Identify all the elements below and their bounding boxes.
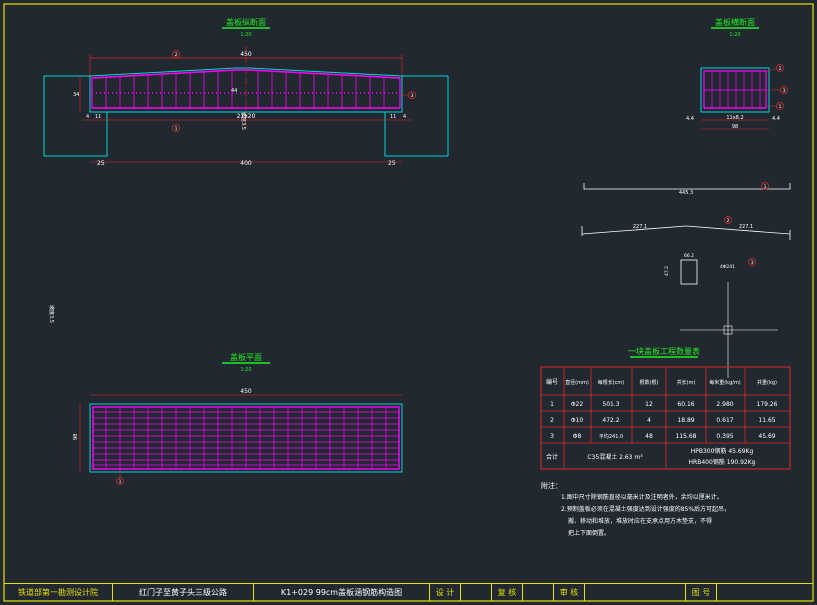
svg-text:472.2: 472.2 [602,417,619,424]
svg-text:Φ10: Φ10 [571,417,584,424]
small-4-left: 4 [86,114,89,120]
plan-view: 盖板平面 1:20 450 98 1 [73,352,403,485]
dim-right-edge: 25 [388,160,396,167]
transverse-title: 盖板横断面 [715,17,755,27]
total-hrb: HRB400钢筋 190.92Kg [689,458,756,466]
svg-text:501.3: 501.3 [602,401,619,408]
th-total-wt: 共重(kg) [757,379,777,386]
trans-side-right: 4.4 [772,116,780,122]
notes-title: 附注： [541,481,562,490]
stirrup-a: 66.2 [684,253,694,259]
title-approve: 审 核 [554,584,585,601]
quantity-table: 一块盖板工程数量表 编号 直径(mm) 每根长(cm) 根数(根) 共长(m) … [540,346,791,470]
svg-text:2.980: 2.980 [716,401,733,408]
notes: 附注： 1.图中尺寸除钢筋直径以毫米计及注明者外，余均以厘米计。 2.预制盖板必… [541,481,730,537]
bar1-len: 445.3 [679,190,693,196]
dim-long-bottom: 400 [240,160,252,167]
th-dia: 直径(mm) [565,379,589,386]
svg-text:Φ8: Φ8 [573,433,582,440]
th-unit-wt: 每米重(kg/m) [709,379,741,386]
note-line: 把上下面倒置。 [568,529,610,537]
plan-width: 450 [240,388,252,395]
trans-inner: 11x8.2 [726,115,743,121]
svg-text:3: 3 [411,93,414,99]
th-no: 编号 [546,378,558,386]
svg-text:1: 1 [779,104,782,110]
longitudinal-scale: 1:20 [240,32,251,38]
stirrup-note: 4Φ241 [720,264,735,270]
svg-text:1: 1 [550,401,554,408]
th-count: 根数(根) [640,379,659,386]
svg-text:18.89: 18.89 [677,417,694,424]
cad-drawing: 盖板纵断面 1:20 450 坡度3.5 坡度3.5 44 34 4 11 21… [3,3,814,602]
trans-width: 98 [732,124,738,130]
svg-text:2: 2 [175,52,178,58]
svg-text:Φ22: Φ22 [571,401,584,408]
th-len: 每根长(cm) [598,379,625,386]
title-design: 设 计 [430,584,461,601]
svg-text:1: 1 [119,479,122,485]
height-34: 34 [73,92,79,98]
total-concrete: C35混凝土 2.63 m³ [587,453,643,461]
note-line: 2.预制盖板必须在混凝土强度达到设计强度的85%后方可起吊， [561,505,730,513]
stirrup-b: 47.2 [664,266,670,276]
svg-text:12: 12 [645,401,653,408]
dim-left-edge: 25 [97,160,105,167]
svg-text:11.65: 11.65 [758,417,775,424]
svg-text:2: 2 [727,218,730,224]
svg-text:3: 3 [783,88,786,94]
table-row: 3 Φ8 平均241.0 48 115.68 0.395 45.69 [550,433,776,440]
table-row: 1 Φ22 501.3 12 60.16 2.980 179.26 [550,401,778,408]
total-hpb: HPB300钢筋 45.69Kg [691,447,754,455]
svg-text:115.68: 115.68 [676,433,697,440]
svg-text:1: 1 [764,184,767,190]
svg-text:60.16: 60.16 [677,401,694,408]
transverse-section: 盖板横断面 1:20 4.4 11x8.2 4.4 98 2 3 1 [686,17,788,130]
table-row: 2 Φ10 472.2 4 18.89 0.617 11.65 [550,417,776,424]
th-total-len: 共长(m) [677,379,696,386]
bar2-len-right: 227.1 [739,224,753,230]
note-line: 搬、移动和堆放，堆放时应在支承点用方木垫支，不得 [568,517,712,525]
svg-text:2: 2 [779,66,782,72]
height-44: 44 [231,88,237,94]
longitudinal-section: 盖板纵断面 1:20 450 坡度3.5 坡度3.5 44 34 4 11 21… [43,17,449,323]
longitudinal-title: 盖板纵断面 [226,17,266,27]
dim-long-spacing: 21x20 [237,113,256,120]
title-org: 铁道部第一勘测设计院 [4,584,113,601]
title-project: 红门子至黄子头三级公路 [113,584,254,601]
svg-text:平均241.0: 平均241.0 [599,433,623,440]
note-line: 1.图中尺寸除钢筋直径以毫米计及注明者外，余均以厘米计。 [561,493,723,501]
svg-text:0.617: 0.617 [716,417,733,424]
small-11-right: 11 [390,114,396,120]
bar2-len-left: 227.1 [633,224,647,230]
total-label: 合计 [546,453,558,461]
svg-text:0.395: 0.395 [716,433,733,440]
table-title: 一块盖板工程数量表 [628,346,700,356]
small-4-right: 4 [403,114,406,120]
svg-text:2: 2 [550,417,554,424]
svg-text:48: 48 [645,433,653,440]
trans-side-left: 4.4 [686,116,694,122]
svg-text:3: 3 [550,433,554,440]
title-drawing: K1+029 99cm盖板涵钢筋构造图 [254,584,430,601]
title-review: 复 核 [492,584,523,601]
transverse-scale: 1:20 [729,32,740,38]
small-11-left: 11 [95,114,101,120]
slope-note-top: 坡度3.5 [48,305,55,323]
svg-text:179.26: 179.26 [757,401,778,408]
plan-scale: 1:20 [240,367,251,373]
svg-text:3: 3 [751,260,754,266]
svg-text:45.69: 45.69 [758,433,775,440]
svg-text:4: 4 [647,417,651,424]
plan-height: 98 [73,434,79,440]
title-block: 铁道部第一勘测设计院 红门子至黄子头三级公路 K1+029 99cm盖板涵钢筋构… [4,583,813,601]
title-sheet: 图 号 [686,584,717,601]
svg-text:1: 1 [175,126,178,132]
plan-title: 盖板平面 [230,352,262,362]
